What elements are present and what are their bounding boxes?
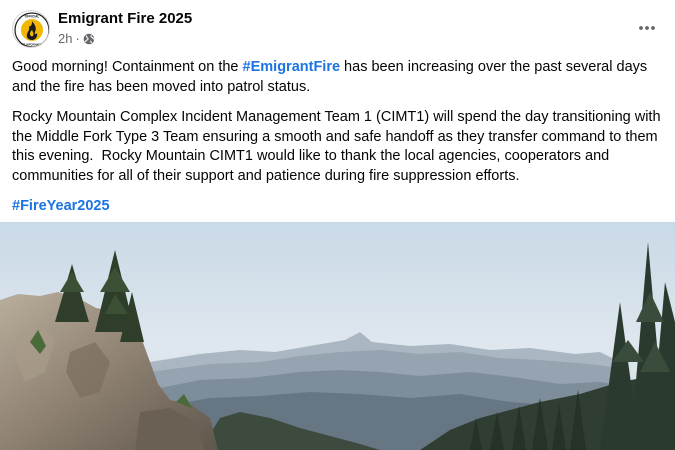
post-timestamp[interactable]: 2h bbox=[58, 31, 72, 46]
post-paragraph-2: Rocky Mountain Complex Incident Manageme… bbox=[12, 109, 665, 184]
logo-text-top: OFFICIAL bbox=[25, 15, 40, 19]
post-header: OFFICIAL FIRE INFORMATION Emigrant Fire … bbox=[12, 8, 663, 50]
landscape-image bbox=[0, 222, 675, 450]
globe-icon[interactable] bbox=[83, 33, 95, 45]
post-paragraph-1: Good morning! Containment on the #Emigra… bbox=[12, 58, 663, 97]
logo-text-bottom: FIRE INFORMATION bbox=[20, 43, 45, 47]
para1-start: Good morning! Containment on the bbox=[12, 59, 243, 75]
post-body: Good morning! Containment on the #Emigra… bbox=[12, 58, 663, 228]
post-paragraph-3: #FireYear2025 bbox=[12, 197, 663, 217]
more-options-icon bbox=[639, 26, 655, 30]
official-fire-information-logo-icon: OFFICIAL FIRE INFORMATION bbox=[14, 12, 49, 47]
hashtag-fireyear2025[interactable]: #FireYear2025 bbox=[12, 198, 110, 214]
more-options-button[interactable] bbox=[631, 12, 663, 44]
mountain-landscape-photo[interactable] bbox=[0, 222, 675, 450]
hashtag-emigrantfire[interactable]: #EmigrantFire bbox=[243, 59, 341, 75]
page-avatar[interactable]: OFFICIAL FIRE INFORMATION bbox=[12, 10, 50, 48]
page-name[interactable]: Emigrant Fire 2025 bbox=[58, 10, 192, 27]
post-meta: 2h · bbox=[58, 31, 95, 46]
meta-separator: · bbox=[75, 31, 80, 46]
